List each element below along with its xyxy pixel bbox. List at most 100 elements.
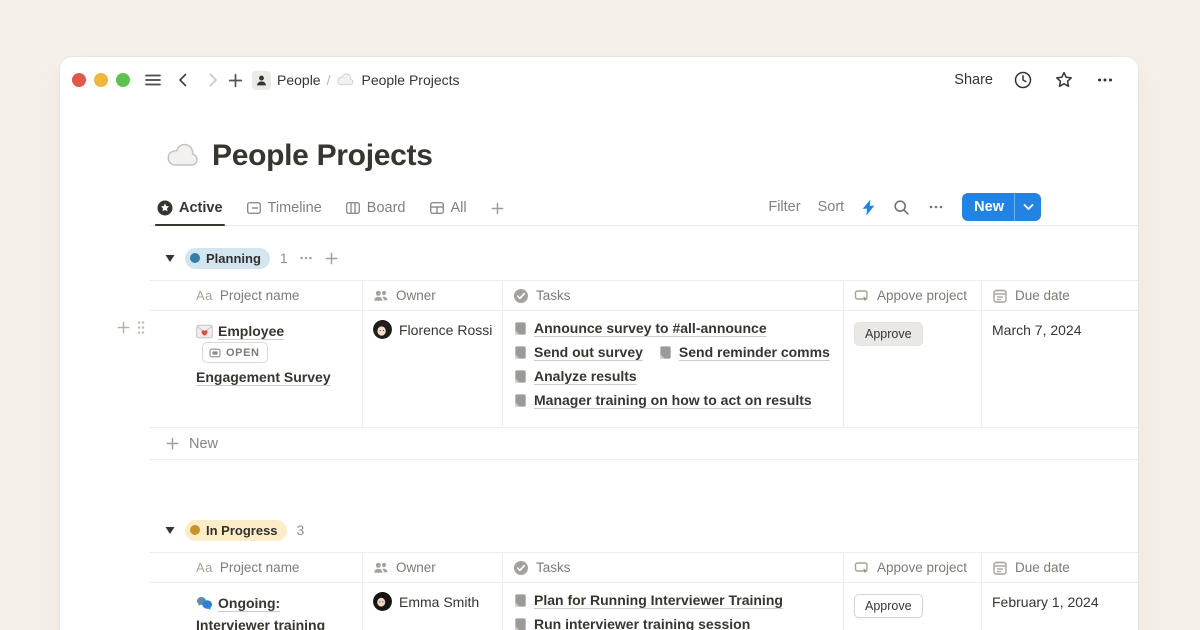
people-icon xyxy=(373,560,389,576)
group-name: Planning xyxy=(206,251,261,266)
sidebar-toggle-icon[interactable] xyxy=(142,69,164,91)
filter-button[interactable]: Filter xyxy=(768,199,800,215)
view-more-options-icon[interactable] xyxy=(927,198,945,216)
tab-active[interactable]: Active xyxy=(157,193,223,225)
project-title-part1[interactable]: Employee xyxy=(218,323,284,339)
collapse-triangle-icon[interactable] xyxy=(165,254,175,263)
tasks-cell: Announce survey to #all-announce Send ou… xyxy=(502,311,843,427)
table-header-row: Aa Project name Owner Tasks xyxy=(150,552,1138,583)
approve-button[interactable]: Approve xyxy=(854,594,923,618)
approve-button[interactable]: Approve xyxy=(854,322,923,346)
new-button[interactable]: New xyxy=(962,193,1041,221)
forward-icon[interactable] xyxy=(202,69,224,91)
page-cloud-icon[interactable] xyxy=(165,143,201,169)
breadcrumb-current[interactable]: People Projects xyxy=(361,72,459,88)
clock-icon[interactable] xyxy=(1012,69,1034,91)
add-row-icon[interactable] xyxy=(116,320,131,335)
owner-cell[interactable]: Florence Rossi xyxy=(362,311,502,427)
collapse-triangle-icon[interactable] xyxy=(165,526,175,535)
status-pill-in-progress[interactable]: In Progress xyxy=(185,520,287,541)
page-icon xyxy=(513,321,528,336)
avatar xyxy=(373,592,392,611)
traffic-lights xyxy=(72,73,130,87)
task-link[interactable]: Send out survey xyxy=(513,344,643,360)
group-spacer xyxy=(150,460,1138,498)
group-more-icon[interactable] xyxy=(298,250,314,266)
column-header-due-date[interactable]: Due date xyxy=(981,281,1138,310)
group-add-icon[interactable] xyxy=(324,251,339,266)
page-icon xyxy=(513,593,528,608)
column-header-approve-project[interactable]: Appove project xyxy=(843,281,981,310)
tab-board[interactable]: Board xyxy=(345,193,406,225)
tab-all[interactable]: All xyxy=(429,193,467,225)
project-title[interactable]: Ongoing: Interviewer training xyxy=(196,595,325,630)
sort-button[interactable]: Sort xyxy=(818,199,845,215)
calendar-icon xyxy=(992,288,1008,304)
more-options-icon[interactable] xyxy=(1094,69,1116,91)
task-link[interactable]: Plan for Running Interviewer Training xyxy=(513,592,783,608)
add-new-row[interactable]: New xyxy=(150,428,1138,460)
share-button[interactable]: Share xyxy=(954,72,993,88)
open-status-badge[interactable]: OPEN xyxy=(202,342,268,363)
column-header-tasks[interactable]: Tasks xyxy=(502,553,843,582)
text-icon: Aa xyxy=(196,288,213,303)
column-header-project-name[interactable]: Aa Project name xyxy=(150,553,362,582)
back-icon[interactable] xyxy=(172,69,194,91)
column-header-tasks[interactable]: Tasks xyxy=(502,281,843,310)
column-header-project-name[interactable]: Aa Project name xyxy=(150,281,362,310)
automation-bolt-icon[interactable] xyxy=(861,199,876,216)
owner-cell[interactable]: Emma Smith xyxy=(362,583,502,630)
approve-cell: Approve xyxy=(843,311,981,427)
due-date-cell[interactable]: March 7, 2024 xyxy=(981,311,1138,427)
task-link[interactable]: Analyze results xyxy=(513,368,637,384)
group-name: In Progress xyxy=(206,523,278,538)
due-date-cell[interactable]: February 1, 2024 xyxy=(981,583,1138,630)
search-icon[interactable] xyxy=(893,199,910,216)
page-icon xyxy=(658,345,673,360)
status-dot-icon xyxy=(190,253,200,263)
notion-window: People / People Projects Share xyxy=(60,57,1138,630)
database-view: Planning 1 Aa Project name xyxy=(150,244,1138,630)
favorite-star-icon[interactable] xyxy=(1053,69,1075,91)
add-view-icon[interactable] xyxy=(490,193,505,225)
column-header-owner[interactable]: Owner xyxy=(362,281,502,310)
table-icon xyxy=(429,200,445,216)
project-title-part2[interactable]: Engagement Survey xyxy=(196,369,331,385)
task-link[interactable]: Manager training on how to act on result… xyxy=(513,392,812,408)
column-header-due-date[interactable]: Due date xyxy=(981,553,1138,582)
page-icon xyxy=(513,617,528,630)
minimize-window-button[interactable] xyxy=(94,73,108,87)
project-name-cell[interactable]: Ongoing: Interviewer training xyxy=(150,583,362,630)
button-property-icon xyxy=(854,288,870,304)
column-header-approve-project[interactable]: Appove project xyxy=(843,553,981,582)
column-header-owner[interactable]: Owner xyxy=(362,553,502,582)
tab-timeline[interactable]: Timeline xyxy=(246,193,322,225)
avatar xyxy=(373,320,392,339)
new-page-icon[interactable] xyxy=(224,69,246,91)
tab-label: Timeline xyxy=(268,200,322,216)
page-icon xyxy=(513,369,528,384)
task-link[interactable]: Send reminder comms xyxy=(658,344,830,360)
calendar-icon xyxy=(992,560,1008,576)
owner-name: Emma Smith xyxy=(399,594,479,610)
badge-button-icon xyxy=(209,347,221,359)
desktop-background: People / People Projects Share xyxy=(0,0,1200,630)
project-name-cell[interactable]: Employee OPEN Engagement Survey xyxy=(150,311,362,427)
tasks-cell: Plan for Running Interviewer Training Ru… xyxy=(502,583,843,630)
people-icon xyxy=(373,288,389,304)
due-date-value: February 1, 2024 xyxy=(992,592,1130,610)
row-handles xyxy=(116,320,146,335)
task-link[interactable]: Announce survey to #all-announce xyxy=(513,320,767,336)
page-title[interactable]: People Projects xyxy=(212,139,433,173)
badge-label: OPEN xyxy=(226,342,260,364)
love-letter-icon xyxy=(196,324,213,339)
button-property-icon xyxy=(854,560,870,576)
chevron-down-icon[interactable] xyxy=(1015,193,1041,221)
breadcrumb-parent[interactable]: People xyxy=(277,72,321,88)
task-link[interactable]: Run interviewer training session xyxy=(513,616,750,630)
close-window-button[interactable] xyxy=(72,73,86,87)
zoom-window-button[interactable] xyxy=(116,73,130,87)
drag-handle-icon[interactable] xyxy=(136,320,146,335)
breadcrumb: People / People Projects xyxy=(252,71,460,90)
status-pill-planning[interactable]: Planning xyxy=(185,248,270,269)
